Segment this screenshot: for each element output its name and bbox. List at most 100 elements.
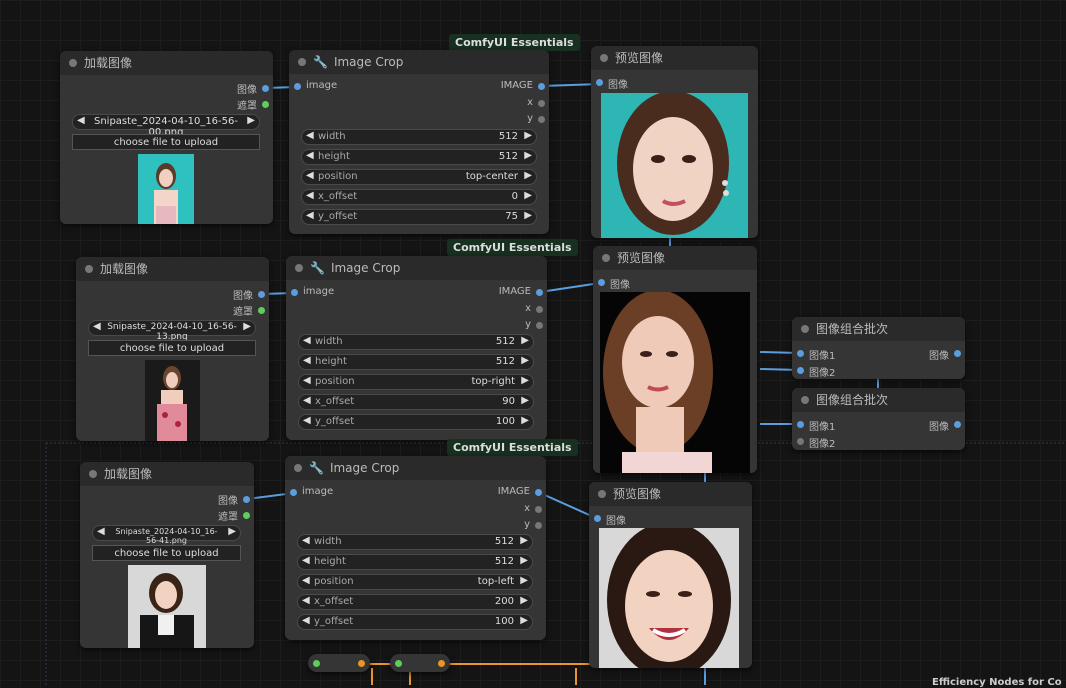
image-batch-node[interactable]: 图像组合批次 图像1 图像2 图像: [792, 317, 965, 379]
input-image-pin[interactable]: [594, 515, 601, 522]
output-y-pin[interactable]: [538, 116, 545, 123]
param-width[interactable]: ◀ width 512 ▶: [301, 129, 537, 145]
decrement-arrow-icon[interactable]: ◀: [306, 210, 314, 221]
preview-image-node[interactable]: 预览图像 图像: [591, 46, 758, 238]
input-image-pin[interactable]: [294, 83, 301, 90]
collapse-dot-icon[interactable]: [602, 254, 610, 262]
upload-button[interactable]: choose file to upload: [88, 340, 256, 356]
param-y-offset[interactable]: ◀ y_offset 75 ▶: [301, 209, 537, 225]
node-title-bar[interactable]: 🔧 Image Crop: [285, 456, 546, 480]
combo-next-arrow-icon[interactable]: ▶: [228, 526, 236, 537]
upload-button[interactable]: choose file to upload: [72, 134, 260, 150]
input-image-pin[interactable]: [596, 79, 603, 86]
collapse-dot-icon[interactable]: [295, 264, 303, 272]
filename-combo[interactable]: ◀ Snipaste_2024-04-10_16-56-00.png ▶: [72, 114, 260, 138]
output-image-pin[interactable]: [535, 489, 542, 496]
output-image-pin[interactable]: [258, 291, 265, 298]
param-y-offset[interactable]: ◀ y_offset 100 ▶: [298, 414, 534, 430]
image-batch-node[interactable]: 图像组合批次 图像1 图像2 图像: [792, 388, 965, 450]
decrement-arrow-icon[interactable]: ◀: [302, 615, 310, 626]
decrement-arrow-icon[interactable]: ◀: [303, 395, 311, 406]
node-title-bar[interactable]: 预览图像: [591, 46, 758, 70]
param-position[interactable]: ◀ position top-left ▶: [297, 574, 533, 590]
input-image1-pin[interactable]: [797, 421, 804, 428]
output-image-pin[interactable]: [262, 85, 269, 92]
decrement-arrow-icon[interactable]: ◀: [303, 335, 311, 346]
decrement-arrow-icon[interactable]: ◀: [303, 355, 311, 366]
decrement-arrow-icon[interactable]: ◀: [306, 190, 314, 201]
node-title-bar[interactable]: 预览图像: [589, 482, 752, 506]
input-image-pin[interactable]: [598, 279, 605, 286]
output-mask-pin[interactable]: [258, 307, 265, 314]
combo-prev-arrow-icon[interactable]: ◀: [93, 321, 101, 332]
output-image-pin[interactable]: [243, 496, 250, 503]
upload-button[interactable]: choose file to upload: [92, 545, 241, 561]
output-x-pin[interactable]: [536, 306, 543, 313]
output-mask-pin[interactable]: [262, 101, 269, 108]
output-image-pin[interactable]: [954, 421, 961, 428]
node-title-bar[interactable]: 加载图像: [60, 51, 273, 75]
param-x-offset[interactable]: ◀ x_offset 0 ▶: [301, 189, 537, 205]
collapse-dot-icon[interactable]: [801, 396, 809, 404]
increment-arrow-icon[interactable]: ▶: [520, 595, 528, 606]
collapse-dot-icon[interactable]: [85, 265, 93, 273]
load-image-node[interactable]: 加载图像 图像 遮罩 ◀ Snipaste_2024-04-10_16-56-1…: [76, 257, 269, 441]
input-image-pin[interactable]: [290, 489, 297, 496]
param-position[interactable]: ◀ position top-right ▶: [298, 374, 534, 390]
collapse-dot-icon[interactable]: [298, 58, 306, 66]
decrement-arrow-icon[interactable]: ◀: [302, 555, 310, 566]
output-y-pin[interactable]: [536, 322, 543, 329]
param-width[interactable]: ◀ width 512 ▶: [298, 334, 534, 350]
increment-arrow-icon[interactable]: ▶: [520, 615, 528, 626]
filename-combo[interactable]: ◀ Snipaste_2024-04-10_16-56-13.png ▶: [88, 320, 256, 342]
combo-prev-arrow-icon[interactable]: ◀: [77, 115, 85, 126]
output-pin[interactable]: [358, 660, 365, 667]
node-title-bar[interactable]: 加载图像: [76, 257, 269, 281]
decrement-arrow-icon[interactable]: ◀: [306, 130, 314, 141]
increment-arrow-icon[interactable]: ▶: [524, 170, 532, 181]
node-title-bar[interactable]: 🔧 Image Crop: [289, 50, 549, 74]
combo-prev-arrow-icon[interactable]: ◀: [97, 526, 105, 537]
combo-next-arrow-icon[interactable]: ▶: [247, 115, 255, 126]
param-height[interactable]: ◀ height 512 ▶: [301, 149, 537, 165]
image-crop-node[interactable]: 🔧 Image Crop image IMAGE x y ◀ width 512 ▶ ◀…: [289, 50, 549, 234]
collapse-dot-icon[interactable]: [598, 490, 606, 498]
reroute-node[interactable]: [390, 654, 450, 672]
combo-next-arrow-icon[interactable]: ▶: [243, 321, 251, 332]
node-title-bar[interactable]: 🔧 Image Crop: [286, 256, 547, 280]
increment-arrow-icon[interactable]: ▶: [524, 210, 532, 221]
filename-combo[interactable]: ◀ Snipaste_2024-04-10_16-56-41.png ▶: [92, 525, 241, 545]
param-position[interactable]: ◀ position top-center ▶: [301, 169, 537, 185]
param-width[interactable]: ◀ width 512 ▶: [297, 534, 533, 550]
increment-arrow-icon[interactable]: ▶: [521, 375, 529, 386]
preview-image-node[interactable]: 预览图像 图像: [589, 482, 752, 668]
collapse-dot-icon[interactable]: [801, 325, 809, 333]
input-image1-pin[interactable]: [797, 350, 804, 357]
load-image-node[interactable]: 加载图像 图像 遮罩 ◀ Snipaste_2024-04-10_16-56-0…: [60, 51, 273, 224]
output-image-pin[interactable]: [954, 350, 961, 357]
collapse-dot-icon[interactable]: [69, 59, 77, 67]
collapse-dot-icon[interactable]: [600, 54, 608, 62]
output-pin[interactable]: [438, 660, 445, 667]
decrement-arrow-icon[interactable]: ◀: [306, 170, 314, 181]
param-height[interactable]: ◀ height 512 ▶: [297, 554, 533, 570]
output-image-pin[interactable]: [536, 289, 543, 296]
node-title-bar[interactable]: 图像组合批次: [792, 317, 965, 341]
param-x-offset[interactable]: ◀ x_offset 90 ▶: [298, 394, 534, 410]
increment-arrow-icon[interactable]: ▶: [524, 150, 532, 161]
input-pin[interactable]: [395, 660, 402, 667]
image-crop-node[interactable]: 🔧 Image Crop image IMAGE x y ◀ width 512 ▶ ◀…: [285, 456, 546, 640]
increment-arrow-icon[interactable]: ▶: [520, 575, 528, 586]
increment-arrow-icon[interactable]: ▶: [520, 555, 528, 566]
increment-arrow-icon[interactable]: ▶: [521, 395, 529, 406]
increment-arrow-icon[interactable]: ▶: [524, 190, 532, 201]
reroute-node[interactable]: [308, 654, 370, 672]
increment-arrow-icon[interactable]: ▶: [520, 535, 528, 546]
increment-arrow-icon[interactable]: ▶: [524, 130, 532, 141]
decrement-arrow-icon[interactable]: ◀: [302, 575, 310, 586]
param-height[interactable]: ◀ height 512 ▶: [298, 354, 534, 370]
collapse-dot-icon[interactable]: [294, 464, 302, 472]
input-image-pin[interactable]: [291, 289, 298, 296]
input-image2-pin[interactable]: [797, 367, 804, 374]
image-crop-node[interactable]: 🔧 Image Crop image IMAGE x y ◀ width 512 ▶ ◀…: [286, 256, 547, 440]
